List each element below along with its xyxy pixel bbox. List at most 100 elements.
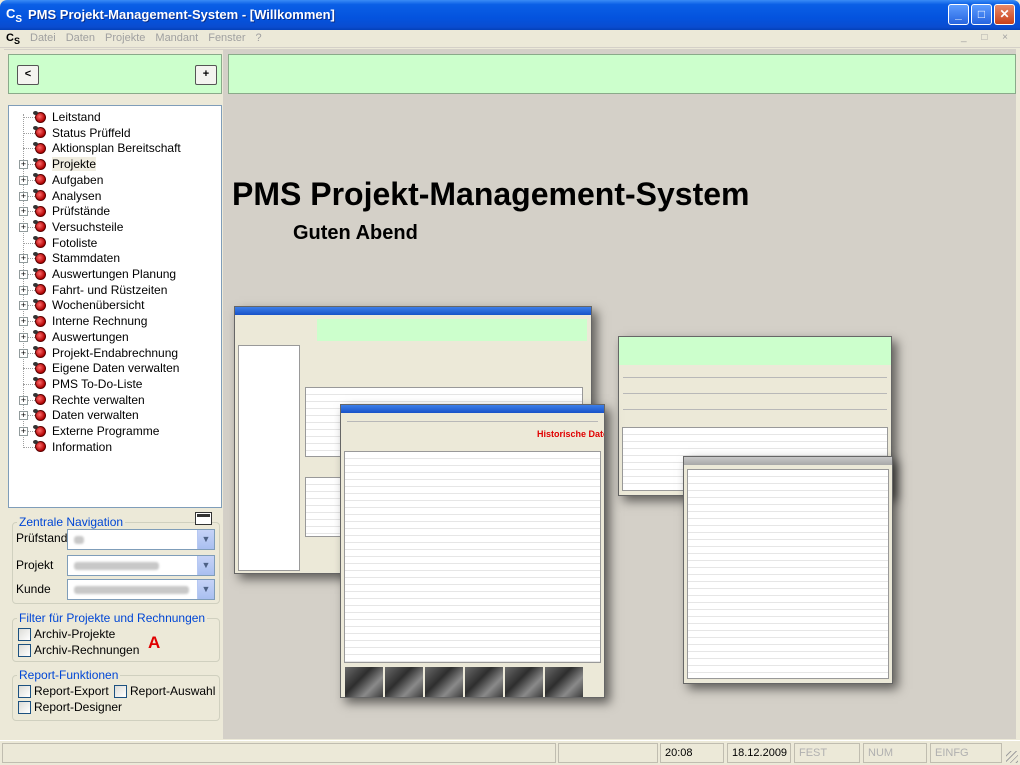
status-empty xyxy=(558,743,658,763)
tree-item[interactable]: Interne Rechnung xyxy=(33,313,147,329)
expand-icon[interactable]: + xyxy=(19,191,28,201)
expand-icon[interactable]: + xyxy=(19,207,28,217)
ladybug-icon xyxy=(33,251,46,264)
tree-item[interactable]: Leitstand xyxy=(33,109,101,125)
ladybug-icon xyxy=(33,157,46,170)
tree-item-label: Projekte xyxy=(52,157,97,172)
tree-item[interactable]: Status Prüffeld xyxy=(33,125,131,141)
report-auswahl-checkbox[interactable]: Report-Auswahl xyxy=(114,684,215,698)
report-title: Report-Funktionen xyxy=(17,668,121,682)
menu-mandant[interactable]: Mandant xyxy=(155,32,198,44)
tree-item[interactable]: Fotoliste xyxy=(33,235,97,251)
tree-item[interactable]: Aufgaben xyxy=(33,172,103,188)
ladybug-icon xyxy=(33,267,46,280)
menu-datei[interactable]: Datei xyxy=(30,32,56,44)
ladybug-icon xyxy=(33,126,46,139)
historische-daten-label: Historische Daten xyxy=(537,429,604,439)
expand-icon[interactable]: + xyxy=(19,348,28,358)
ladybug-icon xyxy=(33,377,46,390)
tree-item[interactable]: Wochenübersicht xyxy=(33,297,145,313)
tree-item[interactable]: Externe Programme xyxy=(33,423,159,439)
pruefstand-select[interactable]: ▼ xyxy=(67,529,215,550)
tree-item-label: Rechte verwalten xyxy=(52,392,145,407)
expand-icon[interactable]: + xyxy=(19,332,28,342)
window-icon[interactable] xyxy=(195,512,212,525)
chevron-down-icon[interactable]: ▼ xyxy=(197,530,214,549)
archiv-projekte-checkbox[interactable]: Archiv-Projekte xyxy=(18,627,115,641)
checkbox-box[interactable] xyxy=(18,684,31,698)
checkbox-box[interactable] xyxy=(114,684,127,698)
add-button[interactable]: + xyxy=(195,65,217,85)
expand-icon[interactable]: + xyxy=(19,175,28,185)
expand-icon[interactable]: + xyxy=(19,222,28,232)
status-num: NUM xyxy=(863,743,927,763)
ladybug-icon xyxy=(33,236,46,249)
expand-icon[interactable]: + xyxy=(19,160,28,170)
expand-icon[interactable]: + xyxy=(19,285,28,295)
report-auswahl-label: Report-Auswahl xyxy=(130,684,216,698)
navigation-tree[interactable]: Leitstand Status Prüffeld Aktionsplan Bere… xyxy=(8,105,222,508)
close-button[interactable]: ✕ xyxy=(994,4,1015,25)
tree-item[interactable]: Stammdaten xyxy=(33,250,120,266)
report-export-label: Report-Export xyxy=(34,684,109,698)
archiv-rechnungen-checkbox[interactable]: Archiv-Rechnungen xyxy=(18,643,139,657)
tree-item[interactable]: PMS To-Do-Liste xyxy=(33,376,142,392)
tree-item-label: Eigene Daten verwalten xyxy=(52,361,180,376)
nav-toolbar: < + xyxy=(8,54,222,94)
expand-icon[interactable]: + xyxy=(19,427,28,436)
title-bar[interactable]: CS PMS Projekt-Management-System - [Will… xyxy=(0,0,1020,30)
tree-item[interactable]: Projekte xyxy=(33,156,97,172)
tree-item-label: Auswertungen xyxy=(52,329,129,344)
pruefstand-label: Prüfstand xyxy=(16,531,68,545)
report-designer-checkbox[interactable]: Report-Designer xyxy=(18,700,122,714)
ladybug-icon xyxy=(33,346,46,358)
menu-help[interactable]: ? xyxy=(256,32,262,44)
expand-icon[interactable]: + xyxy=(19,317,28,327)
status-fest: FEST xyxy=(794,743,860,763)
checkbox-box[interactable] xyxy=(18,643,31,657)
checkbox-box[interactable] xyxy=(18,627,31,641)
projekt-select[interactable]: ▼ xyxy=(67,555,215,576)
resize-grip-icon[interactable] xyxy=(1006,751,1018,763)
tree-item-label: Wochenübersicht xyxy=(52,298,145,313)
status-einfg: EINFG xyxy=(930,743,1002,763)
tree-item[interactable]: Fahrt- und Rüstzeiten xyxy=(33,282,167,298)
ladybug-icon xyxy=(33,361,46,374)
chevron-down-icon[interactable]: ▼ xyxy=(197,580,214,599)
tree-item[interactable]: Aktionsplan Bereitschaft xyxy=(33,140,181,156)
tree-item[interactable]: Eigene Daten verwalten xyxy=(33,360,180,376)
minimize-button[interactable]: _ xyxy=(948,4,969,25)
tree-item[interactable]: Versuchsteile xyxy=(33,219,124,235)
expand-icon[interactable]: + xyxy=(19,301,28,311)
menu-app-icon[interactable]: CS xyxy=(6,32,20,46)
tree-item[interactable]: Analysen xyxy=(33,188,102,204)
tree-item[interactable]: Projekt-Endabrechnung xyxy=(33,345,178,361)
expand-icon[interactable]: + xyxy=(19,395,28,405)
kunde-select[interactable]: ▼ xyxy=(67,579,215,600)
tree-item[interactable]: Information xyxy=(33,439,112,455)
expand-icon[interactable]: + xyxy=(19,254,28,264)
chevron-down-icon[interactable]: ▼ xyxy=(197,556,214,575)
report-export-checkbox[interactable]: Report-Export xyxy=(18,684,109,698)
checkbox-box[interactable] xyxy=(18,700,31,714)
tree-item[interactable]: Prüfstände xyxy=(33,203,110,219)
menu-daten[interactable]: Daten xyxy=(66,32,95,44)
ladybug-icon xyxy=(33,393,46,406)
expand-icon[interactable]: + xyxy=(19,270,28,279)
tree-item[interactable]: Daten verwalten xyxy=(33,407,139,423)
tree-item-label: Versuchsteile xyxy=(52,219,124,234)
tree-item[interactable]: Auswertungen Planung xyxy=(33,266,176,282)
menu-projekte[interactable]: Projekte xyxy=(105,32,145,44)
back-button[interactable]: < xyxy=(17,65,39,85)
tree-item-label: Analysen xyxy=(52,188,102,203)
tree-item-label: Status Prüffeld xyxy=(52,125,131,140)
maximize-button[interactable]: □ xyxy=(971,4,992,25)
tree-item[interactable]: Auswertungen xyxy=(33,329,129,345)
menu-fenster[interactable]: Fenster xyxy=(208,32,245,44)
ladybug-icon xyxy=(33,110,46,123)
content-toolbar xyxy=(228,54,1016,94)
report-designer-label: Report-Designer xyxy=(34,700,123,714)
expand-icon[interactable]: + xyxy=(19,411,28,421)
tree-item[interactable]: Rechte verwalten xyxy=(33,392,145,408)
mdi-controls[interactable]: _ □ × xyxy=(961,32,1014,43)
